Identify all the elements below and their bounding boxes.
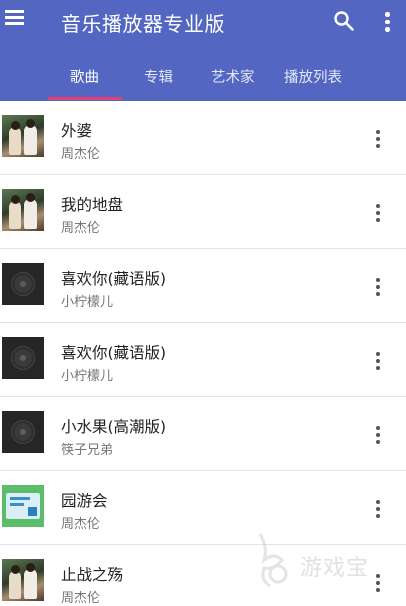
song-row[interactable]: 我的地盘 周杰伦 (0, 175, 406, 249)
song-row[interactable]: 喜欢你(藏语版) 小柠檬儿 (0, 323, 406, 397)
song-artist: 周杰伦 (61, 147, 101, 162)
song-artist: 周杰伦 (61, 221, 101, 236)
tab-songs[interactable]: 歌曲 (70, 66, 99, 87)
disc-icon (2, 337, 44, 379)
album-cover (2, 559, 44, 601)
more-vert-icon[interactable] (370, 276, 386, 298)
disc-icon (2, 411, 44, 453)
album-cover (2, 485, 44, 527)
song-artist: 周杰伦 (61, 591, 101, 606)
song-title: 止战之殇 (61, 566, 124, 584)
search-icon[interactable] (333, 10, 355, 32)
tab-bar: 歌曲 专辑 艺术家 播放列表 (0, 60, 406, 101)
more-vert-icon[interactable] (370, 498, 386, 520)
song-row[interactable]: 园游会 周杰伦 (0, 471, 406, 545)
app-bar: 音乐播放器专业版 歌曲 专辑 艺术家 播放列表 (0, 0, 406, 101)
more-vert-icon[interactable] (370, 350, 386, 372)
more-vert-icon[interactable] (380, 10, 394, 34)
tab-indicator (48, 97, 122, 100)
tab-albums[interactable]: 专辑 (144, 66, 173, 87)
song-row[interactable]: 外婆 周杰伦 (0, 101, 406, 175)
more-vert-icon[interactable] (370, 128, 386, 150)
song-title: 外婆 (61, 122, 93, 140)
app-title: 音乐播放器专业版 (61, 12, 225, 36)
song-row[interactable]: 止战之殇 周杰伦 (0, 545, 406, 606)
song-row[interactable]: 小水果(高潮版) 筷子兄弟 (0, 397, 406, 471)
song-artist: 小柠檬儿 (61, 295, 114, 310)
song-row[interactable]: 喜欢你(藏语版) 小柠檬儿 (0, 249, 406, 323)
song-artist: 筷子兄弟 (61, 443, 114, 458)
tab-playlists[interactable]: 播放列表 (284, 66, 342, 87)
disc-icon (2, 263, 44, 305)
song-title: 喜欢你(藏语版) (61, 344, 167, 362)
album-cover (2, 189, 44, 231)
song-title: 小水果(高潮版) (61, 418, 167, 436)
album-cover (2, 115, 44, 157)
tab-artists[interactable]: 艺术家 (211, 66, 255, 87)
song-title: 园游会 (61, 492, 108, 510)
menu-icon[interactable] (4, 6, 26, 28)
song-artist: 周杰伦 (61, 517, 101, 532)
more-vert-icon[interactable] (370, 202, 386, 224)
song-title: 我的地盘 (61, 196, 124, 214)
more-vert-icon[interactable] (370, 572, 386, 594)
song-title: 喜欢你(藏语版) (61, 270, 167, 288)
more-vert-icon[interactable] (370, 424, 386, 446)
song-artist: 小柠檬儿 (61, 369, 114, 384)
